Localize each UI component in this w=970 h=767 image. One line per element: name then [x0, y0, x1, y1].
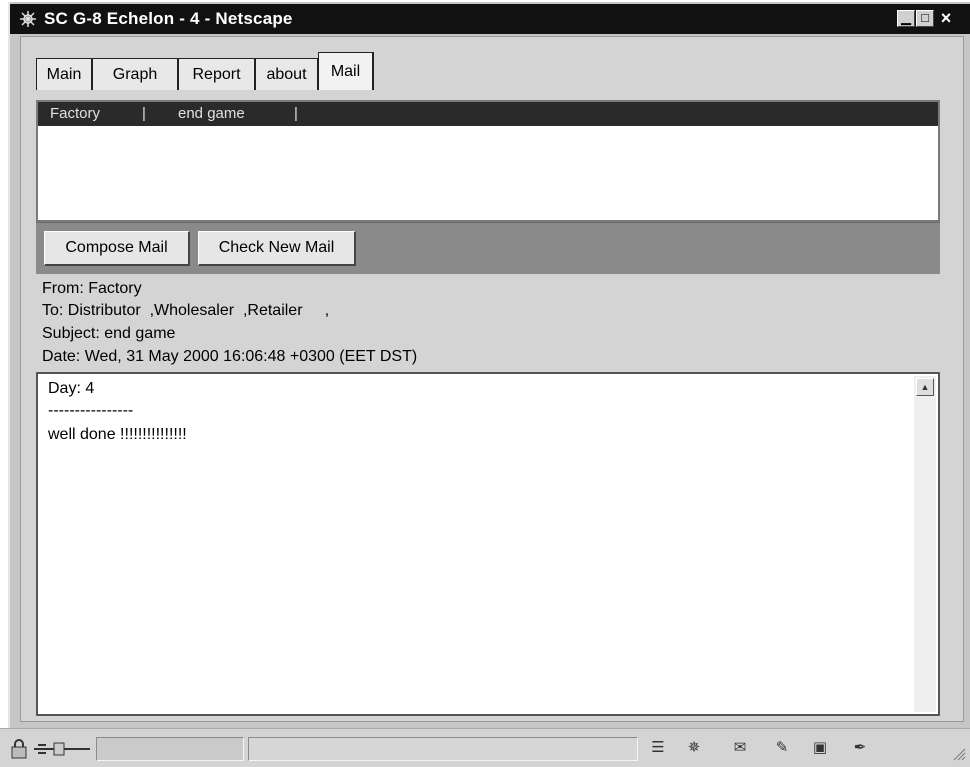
- resize-grip-icon[interactable]: [952, 747, 966, 761]
- pen-icon[interactable]: ✒: [848, 737, 872, 759]
- lock-icon[interactable]: [10, 739, 28, 759]
- tab-graph[interactable]: Graph: [92, 58, 178, 90]
- column-separator: |: [142, 105, 146, 122]
- message-list[interactable]: Factory | end game |: [36, 100, 940, 222]
- status-bar: ☰ ✵ ✉ ✎ ▣ ✒: [0, 728, 970, 767]
- scroll-up-icon[interactable]: ▲: [916, 378, 934, 396]
- from-line: From: Factory: [42, 280, 142, 297]
- status-text-field: [248, 737, 638, 761]
- title-bar[interactable]: SC G-8 Echelon - 4 - Netscape ▁ □ ×: [10, 4, 970, 34]
- message-from: Factory: [50, 105, 101, 122]
- minimize-button[interactable]: ▁: [897, 10, 915, 27]
- body-line-3: well done !!!!!!!!!!!!!!!: [48, 426, 187, 443]
- tab-mail[interactable]: Mail: [318, 52, 374, 90]
- tab-main[interactable]: Main: [36, 58, 92, 90]
- column-separator: |: [294, 105, 298, 122]
- tab-report[interactable]: Report: [178, 58, 255, 90]
- maximize-button[interactable]: □: [916, 10, 934, 27]
- body-line-1: Day: 4: [48, 380, 95, 397]
- mail-icon[interactable]: ✉: [728, 737, 752, 759]
- mail-toolbar: Compose Mail Check New Mail: [36, 222, 940, 274]
- list-item[interactable]: Factory | end game |: [38, 102, 938, 126]
- discussion-icon[interactable]: ✎: [770, 737, 794, 759]
- netscape-logo-icon: [20, 11, 36, 27]
- body-line-2: ----------------: [48, 402, 134, 419]
- message-subject: end game: [178, 105, 245, 122]
- document-icon[interactable]: ☰: [646, 737, 670, 759]
- close-button[interactable]: ×: [937, 9, 955, 27]
- message-body[interactable]: Day: 4 ---------------- well done !!!!!!…: [36, 372, 940, 716]
- plug-icon: [34, 742, 90, 756]
- to-line: To: Distributor ,Wholesaler ,Retailer ,: [42, 302, 330, 319]
- navigator-icon[interactable]: ✵: [682, 737, 706, 759]
- compose-mail-button[interactable]: Compose Mail: [44, 231, 190, 266]
- vertical-scrollbar[interactable]: [914, 376, 936, 712]
- window-title: SC G-8 Echelon - 4 - Netscape: [44, 9, 293, 28]
- progress-field: [96, 737, 244, 761]
- tab-about[interactable]: about: [255, 58, 318, 90]
- composer-icon[interactable]: ▣: [808, 737, 832, 759]
- date-line: Date: Wed, 31 May 2000 16:06:48 +0300 (E…: [42, 348, 418, 365]
- check-new-mail-button[interactable]: Check New Mail: [198, 231, 356, 266]
- subject-line: Subject: end game: [42, 325, 176, 342]
